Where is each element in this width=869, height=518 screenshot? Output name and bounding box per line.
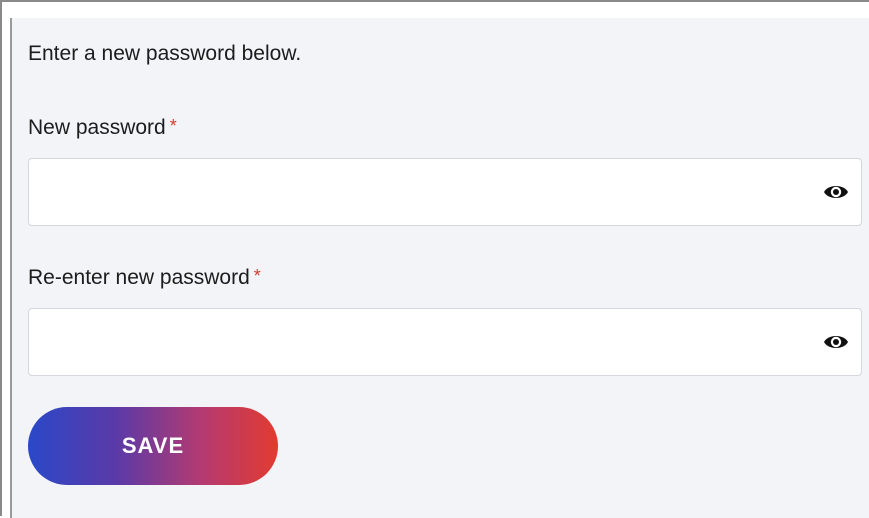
new-password-label: New password * xyxy=(28,116,177,140)
required-marker: * xyxy=(253,266,261,286)
password-reset-panel: Enter a new password below. New password… xyxy=(10,18,869,518)
new-password-input[interactable] xyxy=(29,159,809,225)
confirm-password-field[interactable] xyxy=(28,308,862,376)
confirm-password-input[interactable] xyxy=(29,309,809,375)
eye-icon[interactable] xyxy=(823,331,849,353)
confirm-password-label: Re-enter new password * xyxy=(28,266,261,290)
new-password-field[interactable] xyxy=(28,158,862,226)
window-frame: Enter a new password below. New password… xyxy=(0,0,869,518)
required-marker: * xyxy=(169,116,177,136)
eye-icon[interactable] xyxy=(823,181,849,203)
new-password-label-text: New password xyxy=(28,116,166,139)
intro-text: Enter a new password below. xyxy=(28,42,302,65)
confirm-password-label-text: Re-enter new password xyxy=(28,266,250,289)
save-button[interactable]: SAVE xyxy=(28,407,278,485)
